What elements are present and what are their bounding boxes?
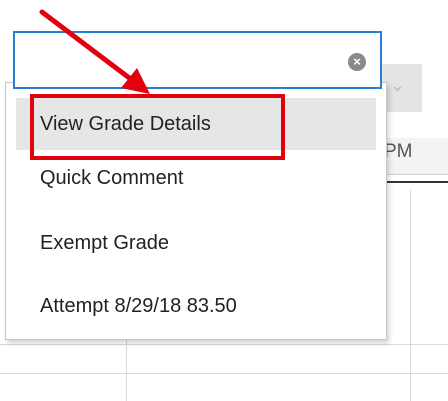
grid-line bbox=[410, 190, 411, 401]
grid-line bbox=[126, 340, 127, 401]
menu-item-label: View Grade Details bbox=[40, 113, 211, 135]
menu-item-view-grade-details[interactable]: View Grade Details bbox=[16, 98, 376, 150]
menu-search-input[interactable] bbox=[21, 39, 335, 81]
screenshot-stage: ⌄ PM × View Grade Details Quick Comment … bbox=[0, 0, 448, 401]
menu-item-quick-comment[interactable]: Quick Comment bbox=[16, 152, 376, 204]
menu-item-label: Quick Comment bbox=[40, 167, 184, 189]
menu-search-box[interactable]: × bbox=[13, 31, 382, 89]
menu-item-label: Attempt 8/29/18 83.50 bbox=[40, 295, 237, 317]
grid-line bbox=[0, 373, 448, 374]
menu-item-exempt-grade[interactable]: Exempt Grade bbox=[16, 217, 376, 269]
menu-item-label: Exempt Grade bbox=[40, 232, 169, 254]
menu-item-attempt[interactable]: Attempt 8/29/18 83.50 bbox=[16, 280, 376, 332]
chevron-down-icon: ⌄ bbox=[390, 75, 406, 95]
grid-line bbox=[0, 344, 448, 345]
clear-circle-icon[interactable]: × bbox=[348, 53, 366, 71]
column-header-text: PM bbox=[384, 141, 413, 162]
